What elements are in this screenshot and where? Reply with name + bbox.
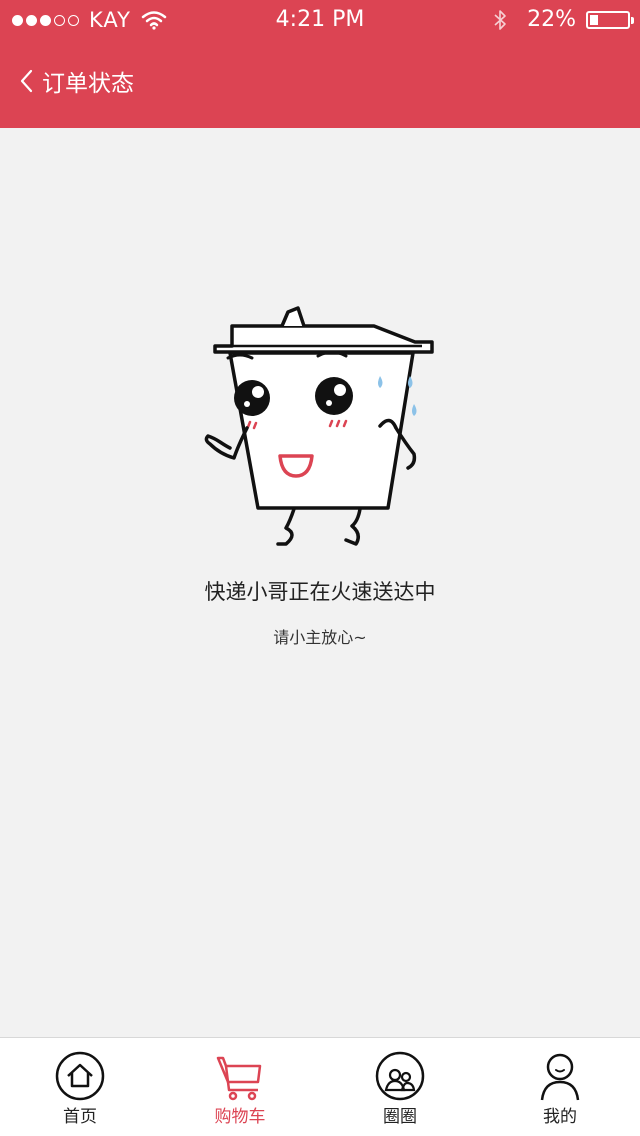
status-message: 快递小哥正在火速送达中 [204, 580, 436, 604]
community-icon [375, 1051, 425, 1101]
battery-fill [590, 14, 598, 25]
nav-bar: 订单状态 [0, 40, 640, 128]
back-button[interactable]: 订单状态 [18, 64, 134, 98]
status-sub-message: 请小主放心~ [273, 628, 367, 647]
tab-community[interactable]: 圈圈 [320, 1038, 480, 1136]
delivery-mascot-illustration [204, 306, 434, 546]
order-status-content: 快递小哥正在火速送达中 请小主放心~ [0, 128, 640, 1038]
tab-label-home: 首页 [63, 1107, 97, 1127]
status-bar: KAY 4:21 PM 22% [0, 0, 640, 40]
bluetooth-icon [494, 9, 506, 30]
status-right: 22% [493, 7, 634, 32]
profile-icon [540, 1053, 580, 1101]
home-icon [55, 1051, 105, 1101]
tab-profile[interactable]: 我的 [480, 1038, 640, 1136]
battery-percent: 22% [527, 7, 576, 32]
chevron-left-icon [20, 69, 33, 93]
app-screen: KAY 4:21 PM 22% 订单状态 快递小哥正在火速送达中 请小主放心~ … [0, 0, 640, 1136]
page-title: 订单状态 [42, 71, 134, 97]
tab-label-cart: 购物车 [214, 1107, 266, 1127]
tab-label-community: 圈圈 [383, 1107, 417, 1127]
cart-icon [216, 1056, 262, 1101]
tab-cart[interactable]: 购物车 [160, 1038, 320, 1136]
tab-home[interactable]: 首页 [0, 1038, 160, 1136]
tab-bar: 首页 购物车 圈圈 我的 [0, 1037, 640, 1136]
tab-label-profile: 我的 [543, 1107, 577, 1127]
battery-icon [586, 10, 634, 29]
